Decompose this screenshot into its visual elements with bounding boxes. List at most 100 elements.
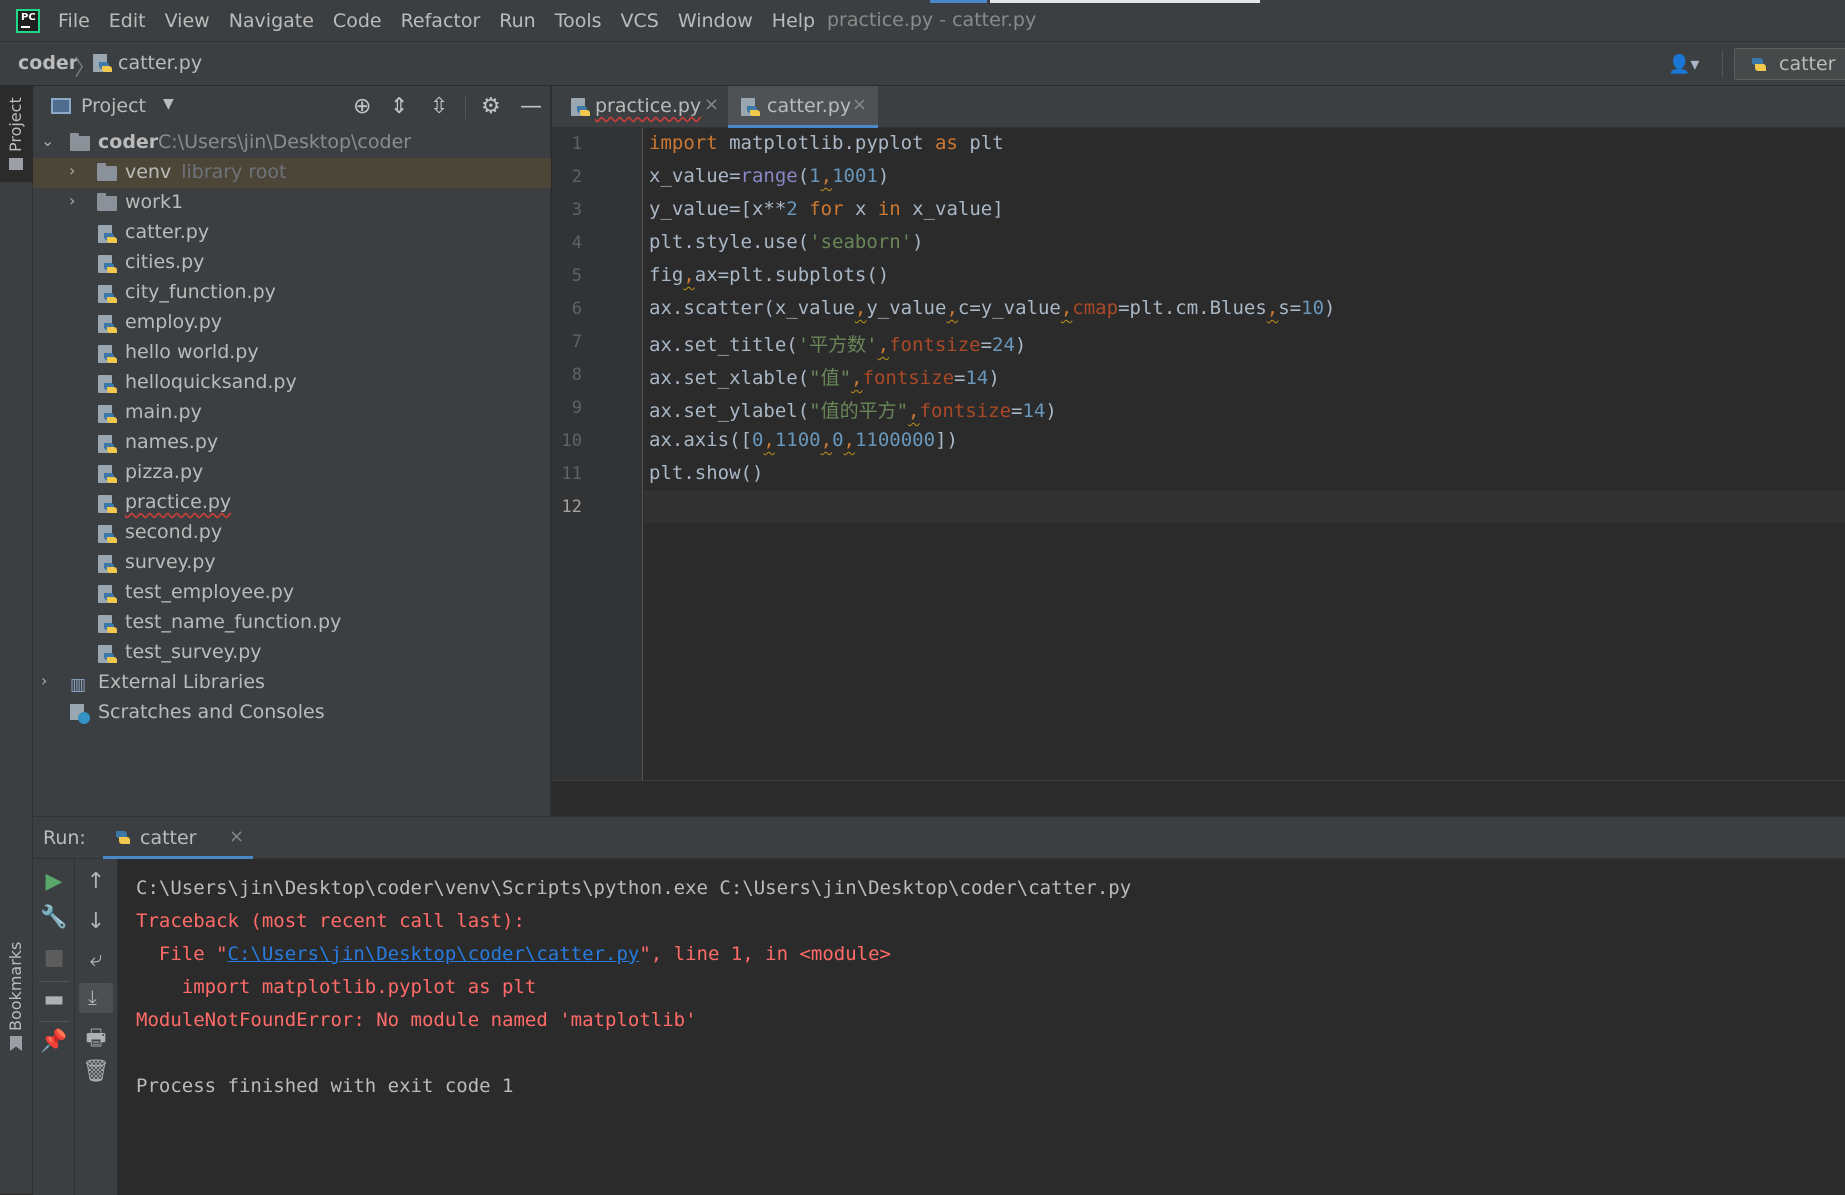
python-icon bbox=[116, 831, 130, 844]
code-line[interactable]: plt.show() bbox=[649, 462, 763, 484]
tab-catter-py[interactable]: catter.py × bbox=[728, 86, 878, 128]
folder-icon bbox=[97, 193, 117, 211]
tree-row-folder-venv[interactable]: › venv library root bbox=[33, 158, 551, 188]
close-icon[interactable]: × bbox=[704, 94, 719, 115]
tree-row-external-libraries[interactable]: › ▥ External Libraries bbox=[33, 668, 551, 698]
trash-icon[interactable]: 🗑 bbox=[75, 1059, 117, 1084]
project-tool-window: Project ▼ ⊕ ⇕ ⇳ ⚙ — ⌄ coder C:\Users\jin… bbox=[33, 86, 551, 816]
console-output[interactable]: C:\Users\jin\Desktop\coder\venv\Scripts\… bbox=[118, 859, 1845, 1195]
tab-practice-py[interactable]: practice.py × bbox=[562, 86, 724, 128]
code-line[interactable]: y_value=[x**2 for x in x_value] bbox=[649, 198, 1004, 220]
layout-icon[interactable]: ▬ bbox=[33, 987, 75, 1012]
wrench-icon[interactable]: 🔧 bbox=[33, 905, 75, 930]
code-line[interactable]: ax.set_ylabel("值的平方",fontsize=14) bbox=[649, 396, 1057, 423]
code-line[interactable]: import matplotlib.pyplot as plt bbox=[649, 132, 1004, 154]
scroll-to-end-button[interactable]: ⤓ bbox=[79, 983, 113, 1013]
title-accent-bar bbox=[930, 0, 987, 3]
folder-icon bbox=[9, 158, 23, 170]
chevron-down-icon[interactable]: ▼ bbox=[163, 96, 174, 112]
file-name: test_name_function.py bbox=[125, 611, 342, 633]
minimize-icon[interactable]: — bbox=[520, 94, 542, 119]
breadcrumb-project[interactable]: coder bbox=[18, 52, 78, 74]
file-name: cities.py bbox=[125, 251, 205, 273]
code-line[interactable]: plt.style.use('seaborn') bbox=[649, 231, 924, 253]
chevron-right-icon[interactable]: › bbox=[69, 191, 75, 210]
menu-tools[interactable]: Tools bbox=[555, 10, 602, 32]
traceback-file-link[interactable]: C:\Users\jin\Desktop\coder\catter.py bbox=[228, 943, 640, 965]
chevron-right-icon[interactable]: › bbox=[41, 671, 47, 690]
code-line[interactable]: ax.axis([0,1100,0,1100000]) bbox=[649, 429, 958, 451]
tree-row-folder-work1[interactable]: › work1 bbox=[33, 188, 551, 218]
pin-icon[interactable]: 📌 bbox=[33, 1029, 75, 1054]
python-file-icon bbox=[97, 644, 117, 664]
tree-row-project-root[interactable]: ⌄ coder C:\Users\jin\Desktop\coder bbox=[33, 128, 551, 158]
tree-row-file[interactable]: cities.py bbox=[33, 248, 551, 278]
line-number: 8 bbox=[571, 365, 582, 385]
arrow-up-icon[interactable]: ↑ bbox=[75, 869, 117, 894]
tree-row-file[interactable]: catter.py bbox=[33, 218, 551, 248]
close-icon[interactable]: × bbox=[229, 826, 244, 847]
run-tab-catter[interactable]: catter × bbox=[103, 817, 253, 859]
tree-row-file[interactable]: test_name_function.py bbox=[33, 608, 551, 638]
run-panel-title: Run: bbox=[43, 827, 86, 849]
menu-navigate[interactable]: Navigate bbox=[229, 10, 314, 32]
stop-icon[interactable]: ■ bbox=[33, 945, 75, 970]
tree-row-file[interactable]: employ.py bbox=[33, 308, 551, 338]
tree-row-file[interactable]: survey.py bbox=[33, 548, 551, 578]
line-number: 12 bbox=[561, 497, 582, 517]
project-tool-tab[interactable]: Project bbox=[0, 86, 33, 182]
menu-view[interactable]: View bbox=[165, 10, 210, 32]
tree-row-file[interactable]: practice.py bbox=[33, 488, 551, 518]
bookmark-icon bbox=[10, 1036, 22, 1051]
code-line[interactable]: ax.scatter(x_value,y_value,c=y_value,cma… bbox=[649, 297, 1335, 319]
line-number: 5 bbox=[571, 266, 582, 286]
close-icon[interactable]: × bbox=[852, 94, 867, 115]
gear-icon[interactable]: ⚙ bbox=[481, 94, 501, 119]
menu-refactor[interactable]: Refactor bbox=[401, 10, 481, 32]
chevron-down-icon[interactable]: ⌄ bbox=[41, 131, 54, 150]
python-file-icon bbox=[97, 434, 117, 454]
menu-run[interactable]: Run bbox=[499, 10, 535, 32]
menu-vcs[interactable]: VCS bbox=[621, 10, 659, 32]
code-line[interactable]: ax.set_xlable("值",fontsize=14) bbox=[649, 363, 1000, 390]
project-view-selector[interactable]: Project bbox=[81, 95, 146, 117]
code-editor[interactable]: 1 2 3 4 5 6 7 8 9 10 11 12 import matplotlib.pyplot… bbox=[552, 128, 1845, 780]
tree-row-scratches[interactable]: Scratches and Consoles bbox=[33, 698, 551, 728]
bookmarks-tool-tab[interactable]: Bookmarks bbox=[0, 896, 33, 1051]
menu-edit[interactable]: Edit bbox=[109, 10, 146, 32]
menu-file[interactable]: File bbox=[58, 10, 90, 32]
tree-row-file[interactable]: second.py bbox=[33, 518, 551, 548]
menu-code[interactable]: Code bbox=[333, 10, 382, 32]
print-icon[interactable]: 🖶 bbox=[75, 1021, 117, 1059]
locate-file-icon[interactable]: ⊕ bbox=[353, 94, 371, 119]
file-name: survey.py bbox=[125, 551, 216, 573]
code-line[interactable]: ax.set_title('平方数',fontsize=24) bbox=[649, 330, 1026, 357]
file-name: pizza.py bbox=[125, 461, 204, 483]
chevron-right-icon[interactable]: › bbox=[69, 161, 75, 180]
tree-row-file[interactable]: test_survey.py bbox=[33, 638, 551, 668]
expand-all-icon[interactable]: ⇕ bbox=[390, 94, 408, 119]
menu-help[interactable]: Help bbox=[772, 10, 815, 32]
tree-row-file[interactable]: test_employee.py bbox=[33, 578, 551, 608]
main-menu: File Edit View Navigate Code Refactor Ru… bbox=[58, 0, 834, 42]
breadcrumb-file[interactable]: catter.py bbox=[118, 52, 202, 74]
tree-row-file[interactable]: names.py bbox=[33, 428, 551, 458]
tree-row-file[interactable]: main.py bbox=[33, 398, 551, 428]
run-configuration-selector[interactable]: catter bbox=[1734, 48, 1845, 80]
folder-icon bbox=[97, 163, 117, 181]
scroll-to-end-icon: ⤓ bbox=[88, 985, 97, 1009]
tree-row-file[interactable]: city_function.py bbox=[33, 278, 551, 308]
soft-wrap-icon[interactable]: ⤶ bbox=[75, 947, 117, 972]
rerun-icon[interactable]: ▶ bbox=[33, 869, 75, 894]
tree-row-file[interactable]: helloquicksand.py bbox=[33, 368, 551, 398]
arrow-down-icon[interactable]: ↓ bbox=[75, 909, 117, 934]
menu-window[interactable]: Window bbox=[678, 10, 753, 32]
menu-bar: PC File Edit View Navigate Code Refactor… bbox=[0, 0, 1845, 42]
python-file-icon bbox=[97, 614, 117, 634]
user-account-icon[interactable]: 👤▾ bbox=[1668, 54, 1699, 75]
tree-row-file[interactable]: hello world.py bbox=[33, 338, 551, 368]
tree-row-file[interactable]: pizza.py bbox=[33, 458, 551, 488]
collapse-all-icon[interactable]: ⇳ bbox=[430, 94, 448, 119]
code-line[interactable]: x_value=range(1,1001) bbox=[649, 165, 889, 187]
code-line[interactable]: fig,ax=plt.subplots() bbox=[649, 264, 889, 286]
